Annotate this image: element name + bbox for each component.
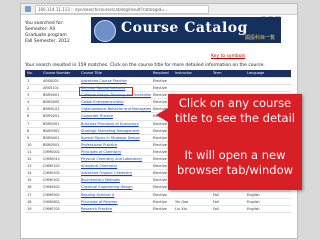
language: English: [247, 199, 260, 204]
catalog-banner: Course Catalog 開設科目一覧: [91, 17, 281, 43]
course-number: BSM0401: [43, 135, 60, 140]
header-term: Term: [213, 71, 222, 75]
result-summary: Your search resulted in 159 matches. Cli…: [25, 63, 265, 68]
row-number: 16: [27, 185, 32, 190]
required-flag: Elective: [153, 79, 167, 83]
header-language: Language: [247, 71, 265, 75]
course-title-link[interactable]: Strategic Marketing Management: [81, 128, 151, 134]
course-number: BSM0101: [43, 107, 60, 112]
course-number: ARS0101: [43, 86, 59, 91]
course-number: BSM0201: [43, 114, 60, 119]
course-number: BSM0501: [43, 142, 60, 147]
row-number: 13: [27, 164, 32, 169]
row-number: 14: [27, 171, 32, 176]
header-code: Course Number: [43, 71, 71, 75]
course-title-link[interactable]: Business Principles of Economics: [81, 121, 151, 127]
table-row: 2 ARS0101 Seminar Special Lectures Elective: [25, 85, 291, 93]
callout-line-2: It will open a new browser tab/window: [176, 148, 294, 177]
course-title-link[interactable]: Reading Seminar A: [81, 192, 151, 198]
course-title-link[interactable]: Professional Practice: [81, 142, 151, 148]
header-required: Required: [153, 71, 169, 75]
search-criteria: You searched for: Semester: All Graduate…: [25, 21, 70, 45]
callout-arrow: [156, 108, 168, 122]
row-number: 1: [27, 79, 30, 83]
row-number: 19: [27, 206, 32, 211]
term: Fall: [213, 206, 219, 211]
course-title-link[interactable]: Advanced Course Practice: [81, 78, 151, 84]
term: Fall: [213, 199, 219, 204]
course-number: CHM0501: [43, 192, 61, 197]
course-number: CHM0401: [43, 185, 61, 190]
row-number: 5: [27, 107, 30, 112]
course-title-link[interactable]: Physical Chemistry and Laboratory: [81, 156, 151, 162]
course-title-link[interactable]: Advanced Organic Chemistry: [81, 170, 151, 176]
course-number: BSM0001: [43, 93, 60, 98]
callout-line-1: Click on any course title to see the det…: [175, 96, 295, 125]
required-flag: Elective: [153, 206, 167, 211]
course-number: BSM0302: [43, 128, 60, 133]
course-number: BSM0301: [43, 121, 60, 126]
row-number: 9: [27, 135, 30, 140]
table-row: 17 CHM0501 Reading Seminar A Elective Fall En…: [25, 192, 291, 199]
instruction-callout: Click on any course title to see the det…: [156, 94, 302, 190]
course-title-link[interactable]: Principles of Polymer: [81, 199, 151, 205]
term: Fall: [213, 192, 219, 197]
course-title-link[interactable]: Analytical Chemistry: [81, 163, 151, 169]
course-number: CHM0001: [43, 149, 61, 154]
table-row: 18 CHM0601 Principles of Polymer Elective Yi…: [25, 199, 291, 206]
row-number: 7: [27, 121, 30, 126]
header-instructor: Instructor: [175, 71, 192, 75]
row-number: 4: [27, 100, 30, 105]
instructor: Yin Gao: [175, 199, 189, 204]
course-title-highlight: [79, 87, 133, 96]
language: English: [247, 206, 260, 211]
course-number: CHM0011: [43, 157, 61, 162]
course-number: CHM0101: [43, 164, 61, 169]
course-number: CHM0701: [43, 206, 61, 211]
course-number: ARS0001: [43, 79, 59, 83]
row-number: 15: [27, 178, 32, 183]
language: English: [247, 192, 260, 197]
browser-toolbar: 166.114.11.113 :: dyn/search/course/cata…: [21, 4, 297, 21]
instructor: Liu Xia: [175, 206, 187, 211]
course-title-link[interactable]: Corporate Finance: [81, 113, 151, 119]
address-bar[interactable]: 166.114.11.113 :: dyn/search/course/cata…: [35, 5, 209, 14]
globe-logo-icon: [94, 20, 116, 42]
course-number: BSM0005: [43, 100, 60, 105]
row-number: 8: [27, 128, 30, 133]
required-flag: Elective: [153, 86, 167, 91]
course-title-link[interactable]: Organizational Behavior and Management: [81, 106, 151, 112]
row-number: 11: [27, 149, 32, 154]
course-number: CHM0301: [43, 178, 61, 183]
header-title: Course Title: [81, 71, 102, 75]
search-line: Fall Semester, 2012: [25, 39, 70, 44]
course-number: CHM0201: [43, 171, 61, 176]
page-icon: [25, 6, 31, 12]
row-number: 17: [27, 192, 32, 197]
course-title-link[interactable]: Special Topics in Strategic Design: [81, 135, 151, 141]
row-number: 2: [27, 86, 30, 91]
row-number: 10: [27, 142, 32, 147]
course-title-link[interactable]: Principles of Chemistry: [81, 149, 151, 155]
toolbar-icons: [261, 6, 291, 21]
course-title-link[interactable]: Research Practice: [81, 206, 151, 212]
row-number: 6: [27, 114, 30, 119]
table-row: 19 CHM0701 Research Practice Elective Liu Xi…: [25, 206, 291, 213]
banner-subtitle: 開設科目一覧: [244, 35, 275, 41]
table-row: 1 ARS0001 Advanced Course Practice Elective: [25, 78, 291, 86]
required-flag: Elective: [153, 199, 167, 204]
course-title-link[interactable]: Biochemistry Methods: [81, 177, 151, 183]
key-to-symbols-link[interactable]: Key to symbols: [211, 54, 245, 59]
banner-title: Course Catalog: [121, 20, 248, 36]
row-number: 3: [27, 93, 30, 98]
course-number: CHM0601: [43, 199, 61, 204]
course-title-link[interactable]: Chemical Engineering Design: [81, 184, 151, 190]
header-no: No.: [27, 71, 33, 75]
row-number: 12: [27, 157, 32, 162]
course-title-link[interactable]: Global Entrepreneurship: [81, 99, 151, 105]
table-header: No. Course Number Course Title Required …: [25, 70, 291, 78]
row-number: 18: [27, 199, 32, 204]
required-flag: Elective: [153, 192, 167, 197]
